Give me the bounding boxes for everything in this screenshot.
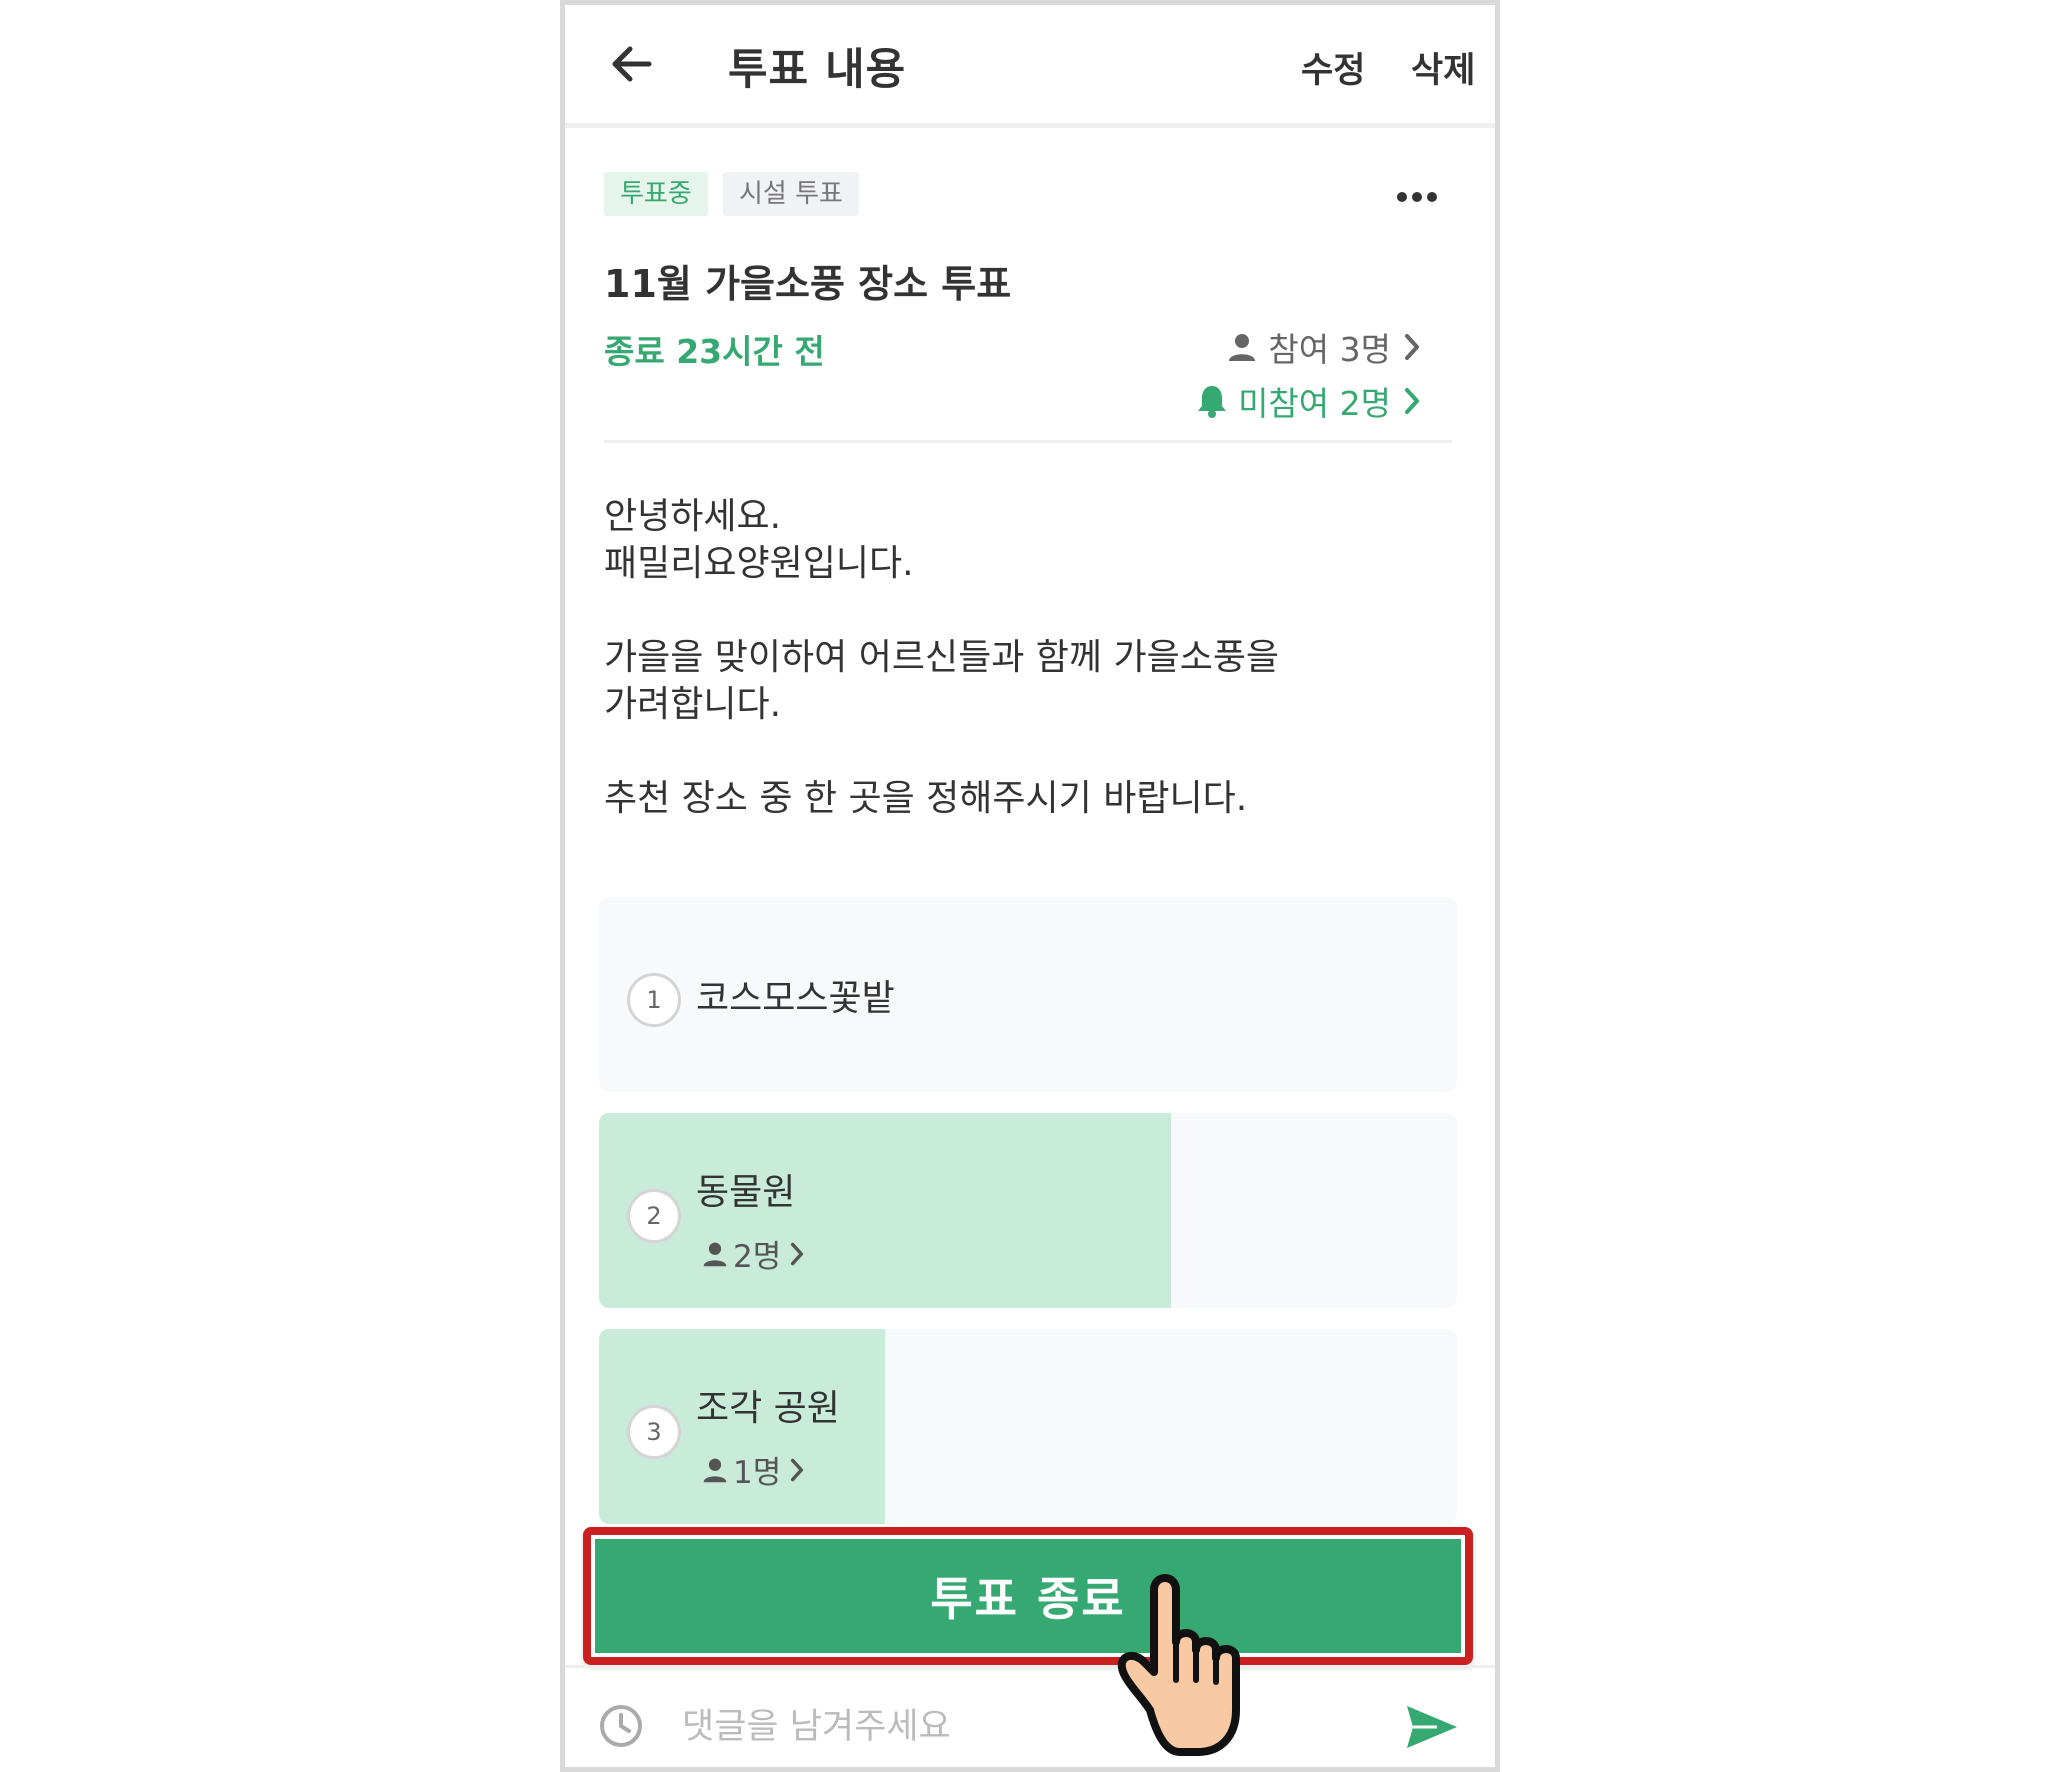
vote-bar: [599, 1113, 1172, 1308]
more-options-icon[interactable]: [1395, 187, 1439, 207]
person-icon: [1229, 334, 1256, 361]
non-participants-count: 미참여 2명: [1238, 384, 1391, 423]
end-vote-highlight: 투표 종료: [583, 1527, 1473, 1665]
end-vote-button[interactable]: 투표 종료: [595, 1539, 1461, 1653]
vote-option-3[interactable]: 3 조각 공원 1명: [599, 1329, 1457, 1524]
option-voter-count: 1명: [733, 1455, 782, 1491]
category-badge: 시설 투표: [723, 172, 859, 216]
body-line: 가을을 맞이하여 어르신들과 함께 가을소풍을: [604, 637, 1280, 678]
body-line: 패밀리요양원입니다.: [604, 543, 914, 584]
body-line: 추천 장소 중 한 곳을 정해주시기 바랍니다.: [604, 778, 1248, 819]
option-voter-count: 2명: [733, 1239, 782, 1275]
person-icon: [703, 1242, 727, 1266]
body-line: 안녕하세요.: [604, 496, 782, 537]
option-label: 동물원: [696, 1172, 796, 1213]
chevron-right-icon: [791, 1242, 804, 1265]
post-title: 11월 가을소풍 장소 투표: [604, 262, 1012, 306]
app-bar: 투표 내용 수정 삭제: [565, 5, 1495, 128]
post-body: 안녕하세요. 패밀리요양원입니다. 가을을 맞이하여 어르신들과 함께 가을소풍…: [604, 493, 1444, 822]
option-number: 3: [627, 1405, 681, 1459]
edit-button[interactable]: 수정: [1301, 42, 1365, 93]
divider: [604, 440, 1452, 443]
comment-bar: [565, 1665, 1495, 1767]
option-label: 코스모스꽃밭: [696, 978, 895, 1019]
deadline-text: 종료 23시간 전: [604, 332, 825, 371]
clock-icon[interactable]: [598, 1703, 644, 1749]
option-voters-link[interactable]: 1명: [701, 1447, 809, 1492]
phone-screen: 투표 내용 수정 삭제 투표중 시설 투표 11월 가을소풍 장소 투표 종료 …: [560, 0, 1500, 1772]
send-icon[interactable]: [1403, 1702, 1461, 1752]
chevron-right-icon: [1405, 334, 1419, 360]
option-number: 1: [627, 973, 681, 1027]
status-badge-voting: 투표중: [604, 172, 708, 216]
body-line: 가려합니다.: [604, 684, 782, 725]
non-participants-link[interactable]: 미참여 2명: [1196, 377, 1431, 425]
participants-count: 참여 3명: [1268, 330, 1391, 369]
person-icon: [703, 1458, 727, 1482]
comment-input[interactable]: [680, 1698, 1284, 1756]
option-label: 조각 공원: [696, 1388, 840, 1429]
bell-icon: [1198, 386, 1227, 418]
vote-option-1[interactable]: 1 코스모스꽃밭: [599, 897, 1457, 1092]
back-arrow-icon[interactable]: [605, 37, 659, 91]
page-title: 투표 내용: [728, 45, 907, 95]
chevron-right-icon: [1405, 388, 1419, 414]
chevron-right-icon: [791, 1458, 804, 1481]
option-voters-link[interactable]: 2명: [701, 1231, 809, 1276]
delete-button[interactable]: 삭제: [1411, 42, 1475, 93]
vote-option-2[interactable]: 2 동물원 2명: [599, 1113, 1457, 1308]
participants-link[interactable]: 참여 3명: [1226, 323, 1431, 371]
option-number: 2: [627, 1189, 681, 1243]
